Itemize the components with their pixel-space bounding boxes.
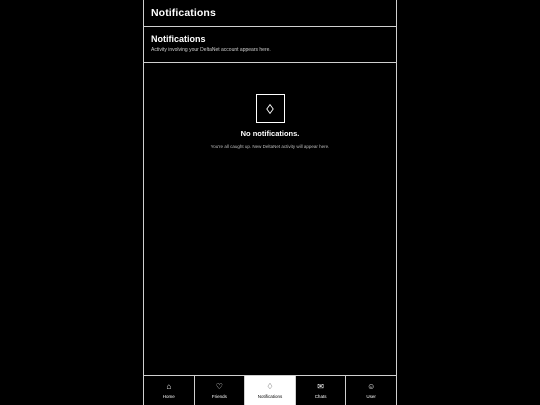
empty-subtitle: You're all caught up. New DeltaNet activ… — [210, 144, 330, 149]
nav-item-chats[interactable]: ✉ Chats — [296, 376, 347, 405]
nav-item-notifications[interactable]: ♢ Notifications — [245, 376, 296, 405]
nav-item-user[interactable]: ☺ User — [346, 376, 396, 405]
nav-label-friends: Friends — [211, 394, 227, 399]
nav-label-home: Home — [162, 394, 175, 399]
bottom-nav: ⌂ Home ♡ Friends ♢ Notifications ✉ Chats… — [144, 375, 396, 405]
nav-item-friends[interactable]: ♡ Friends — [195, 376, 246, 405]
empty-icon-box — [255, 94, 285, 123]
nav-label-notifications: Notifications — [257, 394, 283, 399]
nav-item-home[interactable]: ⌂ Home — [144, 376, 195, 405]
diamond-icon — [266, 103, 274, 114]
home-icon: ⌂ — [166, 382, 172, 391]
section-title: Notifications — [151, 34, 206, 44]
diamond-icon: ♢ — [266, 382, 274, 391]
app-frame: Notifications Notifications Activity inv… — [143, 0, 397, 405]
nav-label-chats: Chats — [314, 394, 327, 399]
top-bar: Notifications — [144, 0, 396, 27]
envelope-icon: ✉ — [317, 382, 324, 391]
empty-title: No notifications. — [240, 129, 300, 138]
section-header: Notifications Activity involving your De… — [144, 27, 396, 63]
nav-label-user: User — [366, 394, 376, 399]
heart-icon: ♡ — [215, 382, 223, 391]
user-icon: ☺ — [367, 382, 376, 391]
empty-state: No notifications. You're all caught up. … — [144, 94, 396, 149]
page-title: Notifications — [151, 7, 216, 19]
section-subtitle: Activity involving your DeltaNet account… — [151, 47, 271, 53]
